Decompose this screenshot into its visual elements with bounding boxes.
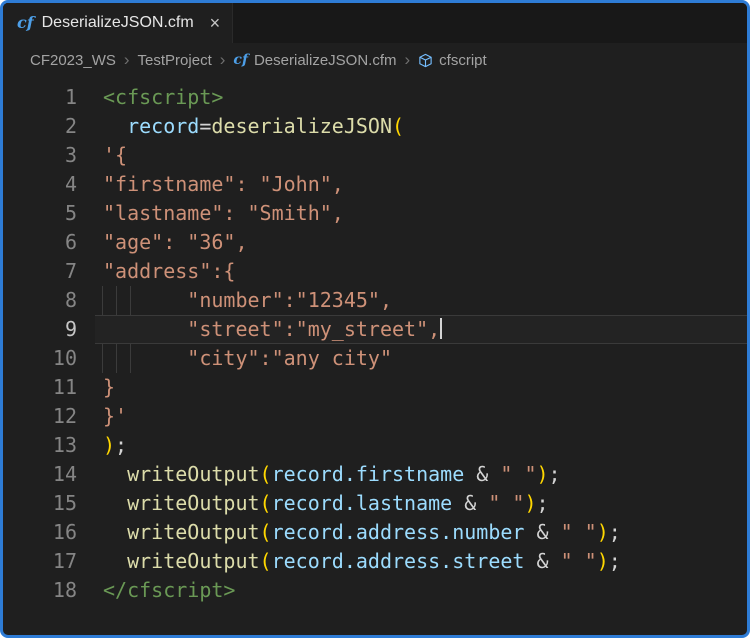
line-number[interactable]: 7: [3, 257, 95, 286]
code-line-text[interactable]: <cfscript>: [95, 83, 747, 112]
code-line-text[interactable]: '{: [95, 141, 747, 170]
code-line-text[interactable]: );: [95, 431, 747, 460]
breadcrumb-item-project[interactable]: TestProject: [138, 52, 212, 69]
code-line-text[interactable]: "lastname": "Smith",: [95, 199, 747, 228]
line-number[interactable]: 8: [3, 286, 95, 315]
code-line-text[interactable]: "city":"any city": [95, 344, 747, 373]
code-line[interactable]: 15 writeOutput(record.lastname & " ");: [3, 489, 747, 518]
editor: 1<cfscript>2 record=deserializeJSON(3'{4…: [3, 77, 747, 605]
code-line-text[interactable]: writeOutput(record.address.street & " ")…: [95, 547, 747, 576]
line-number[interactable]: 18: [3, 576, 95, 605]
code-line-text[interactable]: "firstname": "John",: [95, 170, 747, 199]
code-area: 1<cfscript>2 record=deserializeJSON(3'{4…: [3, 83, 747, 605]
code-line-text[interactable]: </cfscript>: [95, 576, 747, 605]
code-line[interactable]: 13);: [3, 431, 747, 460]
code-line[interactable]: 6"age": "36",: [3, 228, 747, 257]
code-line-text[interactable]: writeOutput(record.address.number & " ")…: [95, 518, 747, 547]
line-number[interactable]: 11: [3, 373, 95, 402]
coldfusion-file-icon: cf: [17, 15, 34, 31]
code-line[interactable]: 17 writeOutput(record.address.street & "…: [3, 547, 747, 576]
code-line[interactable]: 16 writeOutput(record.address.number & "…: [3, 518, 747, 547]
code-line[interactable]: 1<cfscript>: [3, 83, 747, 112]
tab-bar: cf DeserializeJSON.cfm ×: [3, 3, 747, 43]
code-line[interactable]: 4"firstname": "John",: [3, 170, 747, 199]
line-number[interactable]: 12: [3, 402, 95, 431]
line-number[interactable]: 10: [3, 344, 95, 373]
code-line-text[interactable]: "address":{: [95, 257, 747, 286]
code-line-text[interactable]: "street":"my_street",: [95, 315, 747, 344]
breadcrumb-item-cfscript[interactable]: cfscript: [418, 52, 487, 69]
code-line[interactable]: 3'{: [3, 141, 747, 170]
code-line[interactable]: 7"address":{: [3, 257, 747, 286]
symbol-cube-icon: [418, 53, 433, 68]
code-line[interactable]: 12}': [3, 402, 747, 431]
code-line[interactable]: 8 "number":"12345",: [3, 286, 747, 315]
breadcrumb-item-workspace[interactable]: CF2023_WS: [30, 52, 116, 69]
breadcrumb-label: TestProject: [138, 52, 212, 69]
breadcrumb-label: CF2023_WS: [30, 52, 116, 69]
code-line-text[interactable]: "age": "36",: [95, 228, 747, 257]
code-line-text[interactable]: "number":"12345",: [95, 286, 747, 315]
line-number[interactable]: 14: [3, 460, 95, 489]
code-line[interactable]: 14 writeOutput(record.firstname & " ");: [3, 460, 747, 489]
code-line[interactable]: 2 record=deserializeJSON(: [3, 112, 747, 141]
code-line[interactable]: 5"lastname": "Smith",: [3, 199, 747, 228]
code-line-text[interactable]: }: [95, 373, 747, 402]
close-tab-icon[interactable]: ×: [210, 14, 221, 32]
breadcrumb: CF2023_WS › TestProject › cf Deserialize…: [3, 43, 747, 77]
vscode-window: cf DeserializeJSON.cfm × CF2023_WS › Tes…: [0, 0, 750, 638]
chevron-right-icon: ›: [220, 51, 226, 68]
line-number[interactable]: 6: [3, 228, 95, 257]
line-number[interactable]: 3: [3, 141, 95, 170]
code-line-text[interactable]: writeOutput(record.lastname & " ");: [95, 489, 747, 518]
chevron-right-icon: ›: [124, 51, 130, 68]
chevron-right-icon: ›: [405, 51, 411, 68]
code-line[interactable]: 10 "city":"any city": [3, 344, 747, 373]
breadcrumb-item-file[interactable]: cf DeserializeJSON.cfm: [233, 52, 396, 69]
coldfusion-file-icon: cf: [233, 53, 248, 67]
tab-label: DeserializeJSON.cfm: [42, 14, 194, 32]
line-number[interactable]: 2: [3, 112, 95, 141]
code-line-text[interactable]: record=deserializeJSON(: [95, 112, 747, 141]
line-number[interactable]: 4: [3, 170, 95, 199]
line-number[interactable]: 16: [3, 518, 95, 547]
line-number[interactable]: 9: [3, 315, 95, 344]
line-number[interactable]: 13: [3, 431, 95, 460]
code-line[interactable]: 9 "street":"my_street",: [3, 315, 747, 344]
line-number[interactable]: 5: [3, 199, 95, 228]
code-line[interactable]: 11}: [3, 373, 747, 402]
breadcrumb-label: DeserializeJSON.cfm: [254, 52, 397, 69]
breadcrumb-label: cfscript: [439, 52, 487, 69]
line-number[interactable]: 15: [3, 489, 95, 518]
code-line-text[interactable]: writeOutput(record.firstname & " ");: [95, 460, 747, 489]
code-line-text[interactable]: }': [95, 402, 747, 431]
tab-deserializejson[interactable]: cf DeserializeJSON.cfm ×: [3, 3, 233, 43]
text-cursor: [440, 318, 442, 339]
line-number[interactable]: 17: [3, 547, 95, 576]
line-number[interactable]: 1: [3, 83, 95, 112]
code-line[interactable]: 18</cfscript>: [3, 576, 747, 605]
